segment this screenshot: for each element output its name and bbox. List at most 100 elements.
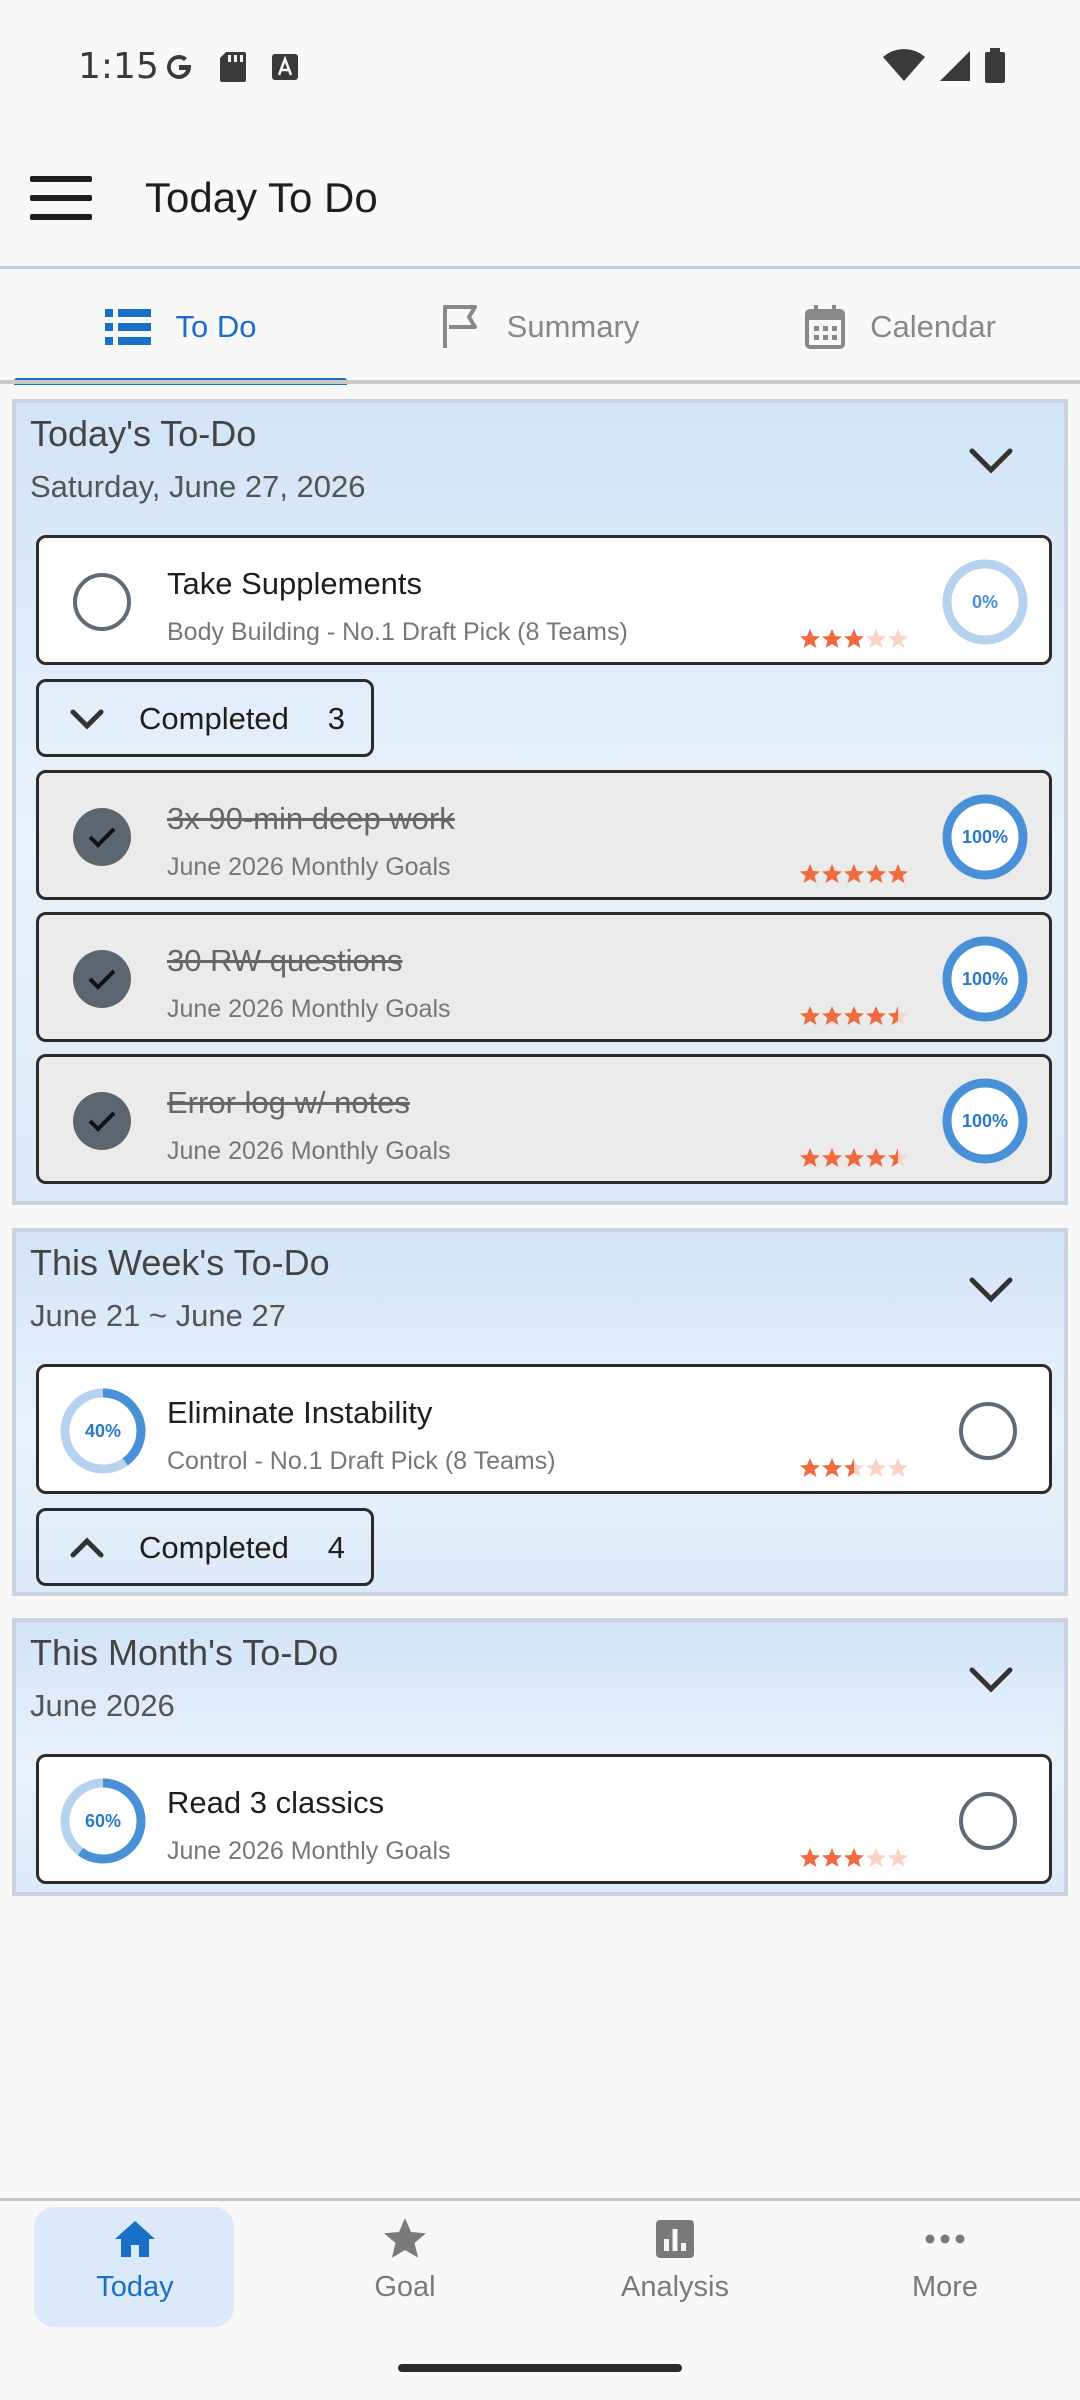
- chevron-up-icon: [70, 1537, 104, 1558]
- rating-stars: [800, 629, 908, 648]
- nav-more-label: More: [911, 2271, 979, 2303]
- tab-calendar[interactable]: Calendar: [720, 270, 1080, 384]
- calendar-icon: [805, 305, 846, 349]
- chevron-down-icon: [70, 709, 104, 730]
- completed-label: Completed: [139, 701, 289, 736]
- status-icons-left: [162, 50, 300, 84]
- todo-goal: June 2026 Monthly Goals: [167, 995, 451, 1023]
- rating-stars: [800, 1458, 908, 1477]
- nav-analysis[interactable]: Analysis: [540, 2201, 810, 2331]
- rating-stars: [800, 1006, 908, 1025]
- tab-todo-label: To Do: [175, 309, 257, 344]
- section-title: This Week's To-Do: [30, 1242, 330, 1283]
- status-time: 1:15: [78, 46, 159, 87]
- todo-card[interactable]: 40% Eliminate Instability Control - No.1…: [36, 1364, 1052, 1494]
- progress-value: 100%: [962, 969, 1008, 989]
- google-icon: [167, 54, 191, 79]
- progress-value: 40%: [85, 1421, 121, 1441]
- tab-bar: To Do Summary Calendar: [0, 270, 1080, 385]
- progress-value: 100%: [962, 827, 1008, 847]
- progress-ring: 100%: [942, 794, 1028, 880]
- sd-card-icon: [220, 52, 246, 82]
- check-icon: [88, 1111, 116, 1132]
- todo-goal: June 2026 Monthly Goals: [167, 1837, 451, 1865]
- week-section: This Week's To-Do June 21 ~ June 27 40% …: [12, 1228, 1068, 1596]
- progress-ring: 0%: [942, 559, 1028, 645]
- font-a-icon: [272, 54, 298, 80]
- todo-goal: June 2026 Monthly Goals: [167, 1137, 451, 1165]
- status-icons-right: [882, 48, 1006, 84]
- todo-title: Read 3 classics: [167, 1785, 385, 1820]
- tab-calendar-label: Calendar: [870, 309, 996, 344]
- completed-label: Completed: [139, 1530, 289, 1565]
- todo-title: 3x 90-min deep work: [167, 801, 455, 836]
- section-date: June 2026: [30, 1688, 175, 1723]
- bottom-nav: Today Goal Analysis More: [0, 2201, 1080, 2331]
- todo-goal: June 2026 Monthly Goals: [167, 853, 451, 881]
- star-icon: [384, 2218, 426, 2258]
- todo-title: Eliminate Instability: [167, 1395, 433, 1430]
- signal-icon: [940, 51, 970, 81]
- progress-value: 60%: [85, 1811, 121, 1831]
- checkbox-checked[interactable]: [73, 1092, 131, 1150]
- check-icon: [88, 827, 116, 848]
- chevron-down-icon[interactable]: [966, 1272, 1016, 1306]
- todo-goal: Body Building - No.1 Draft Pick (8 Teams…: [167, 618, 628, 646]
- app-title: Today To Do: [145, 174, 378, 221]
- todo-goal: Control - No.1 Draft Pick (8 Teams): [167, 1447, 556, 1475]
- app-bar: Today To Do: [0, 130, 1080, 266]
- battery-icon: [985, 48, 1005, 83]
- tabs-divider: [0, 380, 1080, 384]
- nav-analysis-label: Analysis: [621, 2271, 729, 2303]
- progress-ring: 100%: [942, 936, 1028, 1022]
- more-icon: [925, 2234, 965, 2244]
- checkbox-unchecked[interactable]: [959, 1792, 1017, 1850]
- nav-today[interactable]: Today: [0, 2201, 270, 2331]
- completed-toggle[interactable]: Completed 3: [36, 679, 374, 757]
- home-icon: [115, 2221, 155, 2257]
- hamburger-menu-icon[interactable]: [26, 170, 96, 226]
- todo-card-completed[interactable]: 30 RW questions June 2026 Monthly Goals …: [36, 912, 1052, 1042]
- tab-summary-label: Summary: [506, 309, 640, 344]
- tab-summary[interactable]: Summary: [360, 270, 720, 384]
- progress-ring: 40%: [60, 1388, 146, 1474]
- check-icon: [88, 969, 116, 990]
- completed-count: 3: [327, 701, 345, 736]
- chevron-down-icon[interactable]: [966, 1662, 1016, 1696]
- checkbox-checked[interactable]: [73, 950, 131, 1008]
- completed-toggle[interactable]: Completed 4: [36, 1508, 374, 1586]
- today-section: Today's To-Do Saturday, June 27, 2026 Ta…: [12, 399, 1068, 1205]
- todo-card[interactable]: Take Supplements Body Building - No.1 Dr…: [36, 535, 1052, 665]
- section-title: Today's To-Do: [30, 413, 257, 454]
- progress-ring: 100%: [942, 1078, 1028, 1164]
- todo-card-completed[interactable]: Error log w/ notes June 2026 Monthly Goa…: [36, 1054, 1052, 1184]
- checkbox-checked[interactable]: [73, 808, 131, 866]
- rating-stars: [800, 864, 908, 883]
- month-section: This Month's To-Do June 2026 60% Read 3 …: [12, 1618, 1068, 1896]
- nav-goal-label: Goal: [374, 2271, 436, 2303]
- rating-stars: [800, 1148, 908, 1167]
- todo-title: Error log w/ notes: [167, 1085, 410, 1120]
- todo-title: 30 RW questions: [167, 943, 403, 978]
- tab-todo[interactable]: To Do: [0, 270, 360, 385]
- app-bar-divider: [0, 266, 1080, 269]
- todo-card[interactable]: 60% Read 3 classics June 2026 Monthly Go…: [36, 1754, 1052, 1884]
- checkbox-unchecked[interactable]: [73, 573, 131, 631]
- chevron-down-icon[interactable]: [966, 443, 1016, 477]
- checkbox-unchecked[interactable]: [959, 1402, 1017, 1460]
- list-icon: [104, 309, 151, 345]
- progress-value: 100%: [962, 1111, 1008, 1131]
- rating-stars: [800, 1848, 908, 1867]
- progress-ring: 60%: [60, 1778, 146, 1864]
- nav-goal[interactable]: Goal: [270, 2201, 540, 2331]
- section-date: Saturday, June 27, 2026: [30, 469, 366, 504]
- todo-card-completed[interactable]: 3x 90-min deep work June 2026 Monthly Go…: [36, 770, 1052, 900]
- gesture-handle[interactable]: [398, 2364, 682, 2372]
- completed-count: 4: [327, 1530, 345, 1565]
- flag-icon: [442, 305, 477, 348]
- status-bar: 1:15: [0, 0, 1080, 130]
- bar-chart-icon: [656, 2220, 694, 2258]
- progress-value: 0%: [972, 592, 998, 612]
- wifi-icon: [883, 49, 925, 81]
- nav-more[interactable]: More: [810, 2201, 1080, 2331]
